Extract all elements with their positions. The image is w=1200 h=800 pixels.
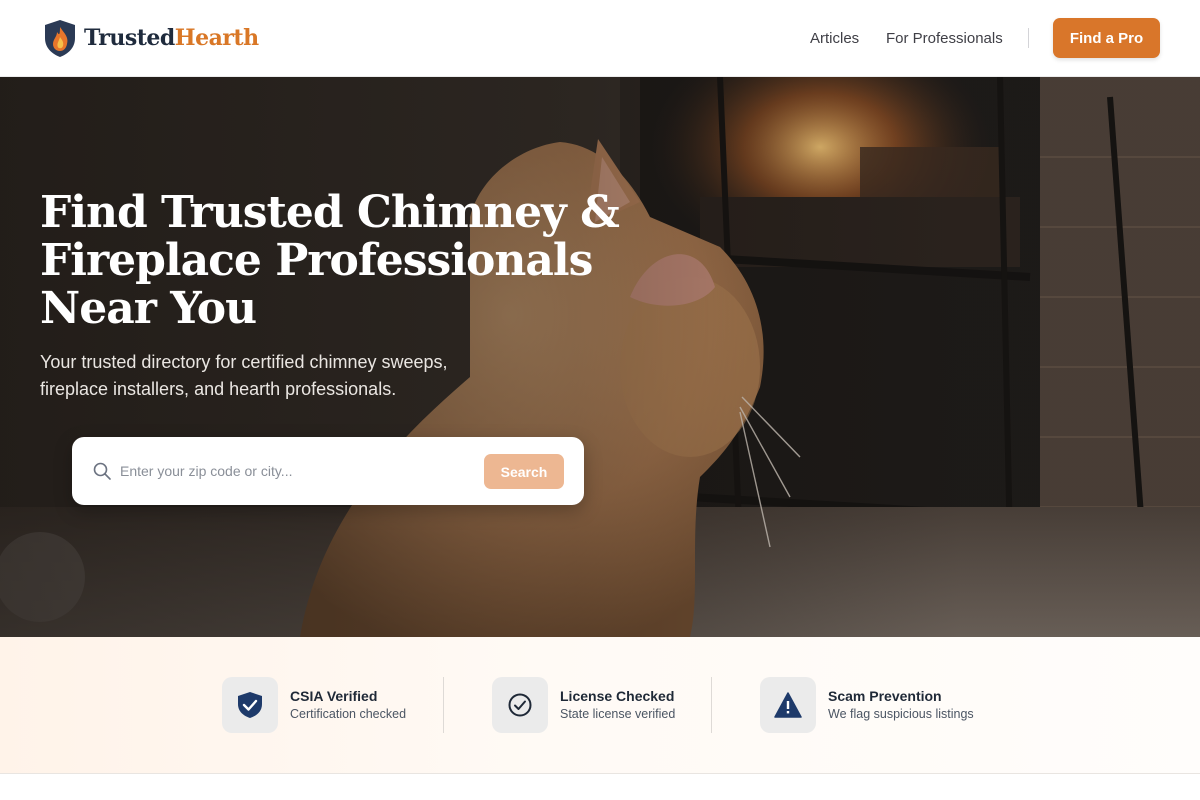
- hero-subtitle-line: Your trusted directory for certified chi…: [40, 352, 448, 372]
- trust-badge-license: License Checked State license verified: [492, 677, 675, 733]
- search-icon: [93, 462, 111, 480]
- search-button[interactable]: Search: [484, 454, 564, 489]
- circle-check-icon: [508, 693, 532, 717]
- location-search-input[interactable]: [120, 455, 470, 487]
- site-header: TrustedHearth Articles For Professionals…: [0, 0, 1200, 77]
- badge-icon-container: [760, 677, 816, 733]
- warning-triangle-icon: [774, 692, 802, 718]
- trust-badge-csia: CSIA Verified Certification checked: [222, 677, 406, 733]
- logo-text-trusted: Trusted: [84, 25, 175, 51]
- shield-check-icon: [238, 692, 262, 718]
- badge-description: We flag suspicious listings: [828, 707, 974, 721]
- badge-title: License Checked: [560, 688, 675, 704]
- location-search-bar: Search: [72, 437, 584, 505]
- badge-title: CSIA Verified: [290, 688, 378, 704]
- logo-text-hearth: Hearth: [174, 25, 259, 51]
- badge-icon-container: [492, 677, 548, 733]
- flame-shield-icon: [45, 20, 75, 57]
- badge-description: State license verified: [560, 707, 676, 721]
- badge-divider: [711, 677, 712, 733]
- nav-item-articles[interactable]: Articles: [810, 0, 859, 77]
- hero-title: Find Trusted Chimney & Fireplace Profess…: [40, 189, 640, 333]
- site-logo[interactable]: TrustedHearth: [42, 18, 259, 58]
- hero-subtitle-line: fireplace installers, and hearth profess…: [40, 379, 397, 399]
- badge-title: Scam Prevention: [828, 688, 942, 704]
- nav-link-for-professionals[interactable]: For Professionals: [886, 30, 1003, 47]
- hero-title-line: Near You: [40, 283, 257, 334]
- hero-subtitle: Your trusted directory for certified chi…: [40, 349, 520, 403]
- hero-section: Find Trusted Chimney & Fireplace Profess…: [0, 77, 1200, 637]
- badge-description: Certification checked: [290, 707, 407, 721]
- badge-icon-container: [222, 677, 278, 733]
- hero-title-line: Fireplace Professionals: [40, 235, 593, 286]
- nav-item-for-professionals[interactable]: For Professionals: [886, 0, 1003, 77]
- hero-title-line: Find Trusted Chimney &: [40, 187, 620, 238]
- trust-badge-scam: Scam Prevention We flag suspicious listi…: [760, 677, 974, 733]
- trust-badges-section: CSIA Verified Certification checked Lice…: [0, 637, 1200, 774]
- badge-divider: [443, 677, 444, 733]
- nav-link-articles[interactable]: Articles: [810, 30, 859, 47]
- find-a-pro-button[interactable]: Find a Pro: [1053, 18, 1160, 58]
- nav-divider: [1028, 28, 1029, 48]
